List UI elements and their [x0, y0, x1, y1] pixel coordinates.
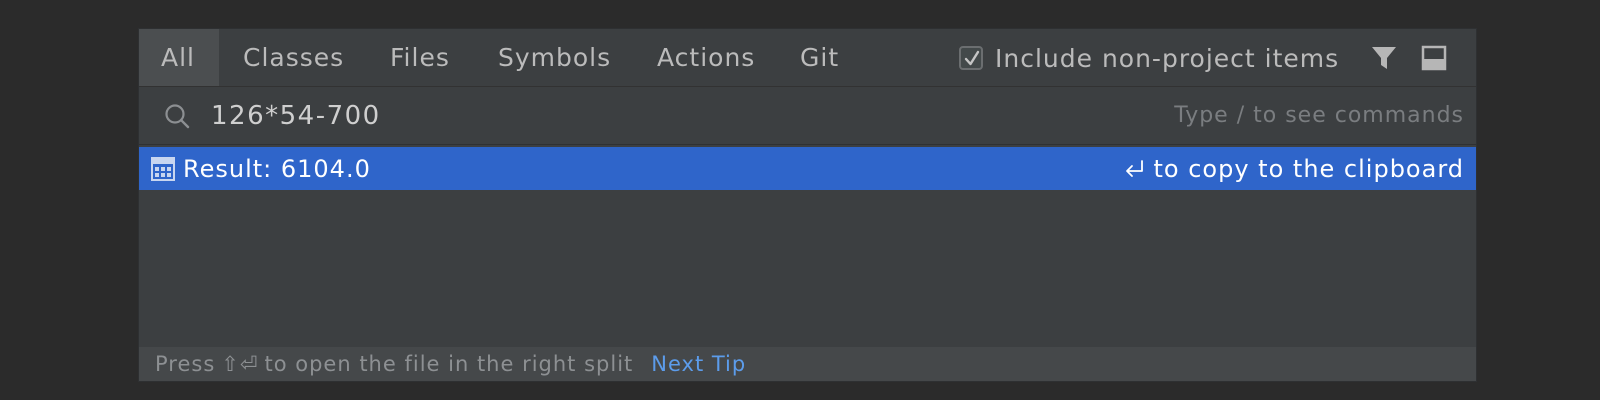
copy-hint: to copy to the clipboard: [1122, 155, 1464, 183]
enter-key-icon: [1125, 160, 1143, 177]
tab-files[interactable]: Files: [366, 29, 474, 86]
search-icon: [165, 104, 190, 129]
footer-tip: Press ⇧⏎ to open the file in the right s…: [139, 347, 1476, 381]
tab-symbols[interactable]: Symbols: [474, 29, 635, 86]
filter-icon[interactable]: [1369, 43, 1399, 73]
preview-panel-icon[interactable]: [1419, 43, 1449, 73]
footer-keys: ⇧⏎: [221, 352, 259, 376]
result-row[interactable]: Result: 6104.0 to copy to the clipboard: [139, 147, 1476, 190]
tab-actions[interactable]: Actions: [633, 29, 779, 86]
search-input[interactable]: [211, 97, 1151, 135]
calculator-icon: [151, 157, 175, 181]
next-tip-link[interactable]: Next Tip: [651, 352, 746, 376]
include-non-project-checkbox[interactable]: [959, 46, 983, 70]
tab-bar: All Classes Files Symbols Actions Git In…: [139, 29, 1476, 87]
copy-hint-text: to copy to the clipboard: [1153, 155, 1464, 183]
tab-classes[interactable]: Classes: [219, 29, 368, 86]
tab-all[interactable]: All: [139, 29, 219, 86]
search-hint: Type / to see commands: [1174, 103, 1464, 128]
checkmark-icon: [964, 50, 980, 66]
include-non-project-option[interactable]: Include non-project items: [959, 43, 1339, 73]
result-text: Result: 6104.0: [183, 155, 371, 183]
search-everywhere-popup: All Classes Files Symbols Actions Git In…: [138, 28, 1477, 382]
footer-tip-text: to open the file in the right split: [264, 352, 634, 376]
results-list: Result: 6104.0 to copy to the clipboard: [139, 147, 1476, 343]
search-row: Type / to see commands: [139, 87, 1476, 145]
tab-git[interactable]: Git: [776, 29, 863, 86]
include-non-project-label: Include non-project items: [995, 43, 1340, 73]
footer-press-label: Press: [155, 352, 216, 376]
